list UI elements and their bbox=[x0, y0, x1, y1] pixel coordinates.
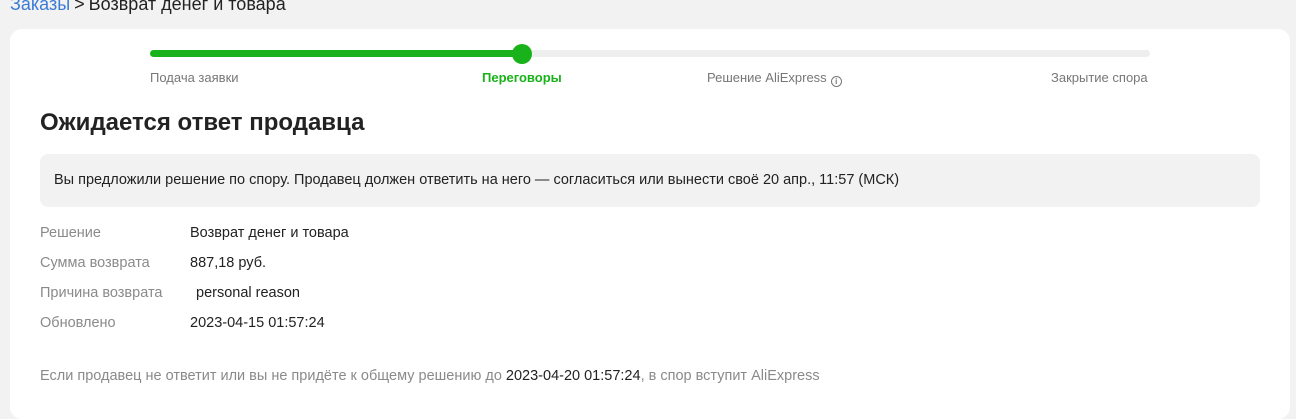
progress-track bbox=[150, 44, 1150, 64]
detail-value: 887,18 руб. bbox=[190, 255, 267, 271]
step-aliexpress-decision-label: Решение AliExpress bbox=[707, 70, 827, 85]
deadline-note: Если продавец не ответит или вы не придё… bbox=[40, 368, 820, 384]
step-aliexpress-decision: Решение AliExpress i bbox=[707, 70, 842, 87]
detail-label: Решение bbox=[40, 225, 101, 241]
progress-fill bbox=[150, 50, 522, 57]
deadline-note-before: Если продавец не ответит или вы не придё… bbox=[40, 368, 506, 384]
step-submit: Подача заявки bbox=[150, 70, 239, 85]
detail-value: personal reason bbox=[196, 285, 300, 301]
detail-label: Обновлено bbox=[40, 315, 116, 331]
info-icon[interactable]: i bbox=[830, 76, 842, 87]
dispute-card: Подача заявки Переговоры Решение AliExpr… bbox=[10, 29, 1290, 419]
notice-text: Вы предложили решение по спору. Продавец… bbox=[54, 172, 900, 188]
detail-label: Причина возврата bbox=[40, 285, 163, 301]
page-title: Ожидается ответ продавца bbox=[40, 109, 365, 136]
deadline-note-after: , в спор вступит AliExpress bbox=[640, 368, 820, 384]
breadcrumb-orders-link[interactable]: Заказы bbox=[10, 0, 70, 14]
step-negotiation: Переговоры bbox=[482, 70, 562, 85]
detail-value: 2023-04-15 01:57:24 bbox=[190, 315, 325, 331]
detail-label: Сумма возврата bbox=[40, 255, 150, 271]
breadcrumb-separator: > bbox=[74, 0, 85, 14]
notice-box: Вы предложили решение по спору. Продавец… bbox=[40, 154, 1260, 207]
breadcrumb-current: Возврат денег и товара bbox=[88, 0, 286, 14]
deadline-date: 2023-04-20 01:57:24 bbox=[505, 368, 641, 384]
step-close-dispute: Закрытие спора bbox=[1051, 70, 1148, 85]
breadcrumb: Заказы > Возврат денег и товара bbox=[10, 0, 286, 14]
detail-value: Возврат денег и товара bbox=[190, 225, 349, 241]
progress-current-marker bbox=[512, 44, 532, 64]
